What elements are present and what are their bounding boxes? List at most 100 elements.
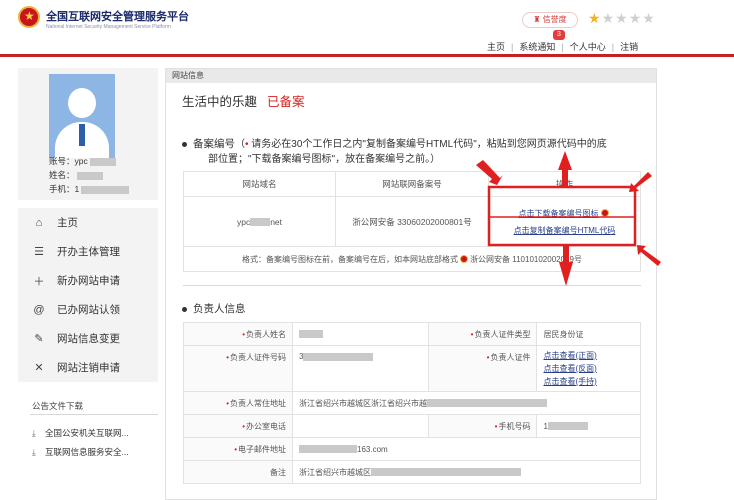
site-title: 全国互联网安全管理服务平台 <box>46 11 189 23</box>
field-label: •负责人姓名 <box>183 322 293 346</box>
field-label: •负责人证件号码 <box>183 345 293 392</box>
redacted-block <box>371 468 521 477</box>
notice-link[interactable]: ⤓ 全国公安机关互联网... <box>32 427 129 439</box>
email-value: 163.com <box>357 444 388 454</box>
field-label-text: 负责人姓名 <box>246 329 286 339</box>
person-section-title: 负责人信息 <box>182 301 246 316</box>
view-id-back-link[interactable]: 点击查看(反面) <box>543 362 634 375</box>
header: 全国互联网安全管理服务平台 National Internet Security… <box>0 0 734 57</box>
format-hint: 格式：备案编号图标在前，备案编号在后，如本网站底部格式 浙公网安备 1101010… <box>183 246 641 272</box>
copy-html-code-link[interactable]: 点击复制备案编号HTML代码 <box>489 225 640 236</box>
cert-links-cell: 点击查看(正面) 点击查看(反面) 点击查看(手持) <box>536 345 641 392</box>
account-row: 账号：ypc <box>49 154 129 168</box>
person-title: 负责人信息 <box>193 303 246 315</box>
required-marker: • <box>226 398 229 408</box>
view-id-handheld-link[interactable]: 点击查看(手持) <box>543 375 634 388</box>
nav-logout[interactable]: 注销 <box>620 42 638 52</box>
phone-label: 手机： <box>49 184 75 194</box>
phone-row: 手机：1 <box>49 182 130 196</box>
required-marker: • <box>242 421 245 431</box>
notice-link-label: 全国公安机关互联网... <box>45 428 129 438</box>
field-label: •电子邮件地址 <box>183 437 293 461</box>
site-name: 生活中的乐趣 <box>182 95 258 109</box>
field-label-text: 办公室电话 <box>246 421 286 431</box>
account-label: 账号： <box>49 156 75 166</box>
account-value: ypc <box>74 156 88 166</box>
field-value: 1 <box>536 414 641 438</box>
person-info-table: •负责人姓名 •负责人证件类型 居民身份证 •负责人证件号码 3 •负责人证件 … <box>183 322 641 484</box>
domain-prefix: ypc <box>236 216 251 227</box>
nav-notifications[interactable]: 系统通知 <box>519 42 555 52</box>
column-header: 操作 <box>488 171 641 197</box>
format-example: 浙公网安备 11010102002019号 <box>470 254 582 264</box>
notice-link[interactable]: ⤓ 互联网信息服务安全... <box>32 446 129 458</box>
profile-info: 账号：ypc 姓名： 手机：1 <box>49 154 130 196</box>
sidebar-item-claim-site[interactable]: @ 已办网站认领 <box>18 295 158 324</box>
status-badge: 已备案 <box>267 95 305 109</box>
field-label-text: 手机号码 <box>498 421 531 431</box>
address-value: 浙江省绍兴市越城区浙江省绍兴市越 <box>299 398 427 408</box>
credit-badge[interactable]: ♜ 信誉度 <box>522 12 578 28</box>
bullet-icon <box>182 141 187 147</box>
credit-icon: ♜ <box>533 15 541 24</box>
credit-stars: ★★★★★ <box>588 10 656 27</box>
record-note-2: 部位置；"下载备案编号图标"，放在备案编号之前。） <box>208 154 441 165</box>
field-value: 浙江省绍兴市越城区 <box>292 460 641 484</box>
view-id-front-link[interactable]: 点击查看(正面) <box>543 349 634 362</box>
field-label-text: 负责人证件类型 <box>474 329 531 339</box>
notice-divider <box>30 414 158 415</box>
home-icon: ⌂ <box>35 216 43 229</box>
sidebar-item-label: 新办网站申请 <box>57 275 120 287</box>
redacted-block <box>81 185 130 194</box>
nav-home[interactable]: 主页 <box>487 42 505 52</box>
field-value: 浙江省绍兴市越城区浙江省绍兴市越 <box>292 391 641 415</box>
avatar-head <box>68 88 96 118</box>
field-label-text: 电子邮件地址 <box>238 444 286 454</box>
field-label: •负责人证件类型 <box>428 322 538 346</box>
record-section: 备案编号（• 请务必在30个工作日之内"复制备案编号HTML代码"，粘贴到您网页… <box>182 137 642 167</box>
nav-personal-center[interactable]: 个人中心 <box>570 42 606 52</box>
required-marker: • <box>226 353 229 362</box>
field-label-text: 负责人证件号码 <box>230 353 286 362</box>
redacted-block <box>547 422 588 431</box>
remark-value: 浙江省绍兴市越城区 <box>299 467 371 477</box>
name-row: 姓名： <box>49 168 129 182</box>
redacted-block <box>303 352 374 361</box>
download-icon-link[interactable]: 点击下载备案编号图标 <box>489 208 640 219</box>
plus-icon: ＋ <box>33 275 45 288</box>
avatar <box>49 74 115 158</box>
page-title: 生活中的乐趣 已备案 <box>182 91 305 110</box>
redacted-block <box>427 399 547 408</box>
star-filled-icon: ★ <box>588 10 602 26</box>
panel-header: 网站信息 <box>166 69 656 83</box>
redacted-block <box>250 218 271 227</box>
redacted-block <box>76 171 103 180</box>
notice-title: 公告文件下载 <box>32 401 84 411</box>
field-value: 163.com <box>292 437 641 461</box>
record-label: 备案编号 <box>193 138 235 150</box>
sidebar-item-cancel-site[interactable]: ✕ 网站注销申请 <box>18 353 158 382</box>
required-marker: • <box>245 139 249 150</box>
star-empty-icon: ★ <box>601 10 616 26</box>
bullet-icon <box>182 306 187 312</box>
nav-separator: | <box>511 42 514 52</box>
nav-separator: | <box>611 42 615 52</box>
sidebar-item-change-info[interactable]: ✎ 网站信息变更 <box>18 324 158 353</box>
star-empty-icon: ★ <box>642 10 656 26</box>
download-icon: ⤓ <box>32 447 36 457</box>
credit-label: 信誉度 <box>542 15 567 24</box>
format-hint-text: 格式：备案编号图标在前，备案编号在后，如本网站底部格式 <box>242 254 459 264</box>
at-icon: @ <box>33 303 45 316</box>
close-icon: ✕ <box>34 362 44 374</box>
field-label-text: 负责人常住地址 <box>230 398 286 408</box>
avatar-tie <box>79 124 85 146</box>
sidebar-menu: ⌂ 主页 ☰ 开办主体管理 ＋ 新办网站申请 @ 已办网站认领 ✎ 网站信息变更 ✕ 网站注… <box>18 208 158 382</box>
sidebar-item-new-site[interactable]: ＋ 新办网站申请 <box>18 266 158 295</box>
list-icon: ☰ <box>34 246 44 258</box>
field-label: •负责人证件 <box>428 345 538 392</box>
sidebar-item-entity-management[interactable]: ☰ 开办主体管理 <box>18 237 158 266</box>
sidebar-item-home[interactable]: ⌂ 主页 <box>18 208 158 237</box>
column-header: 网站联网备案号 <box>335 171 489 197</box>
record-emblem-icon <box>600 209 609 218</box>
top-nav: 主页 | 系统通知 | 个人中心 | 注销 <box>487 40 638 53</box>
